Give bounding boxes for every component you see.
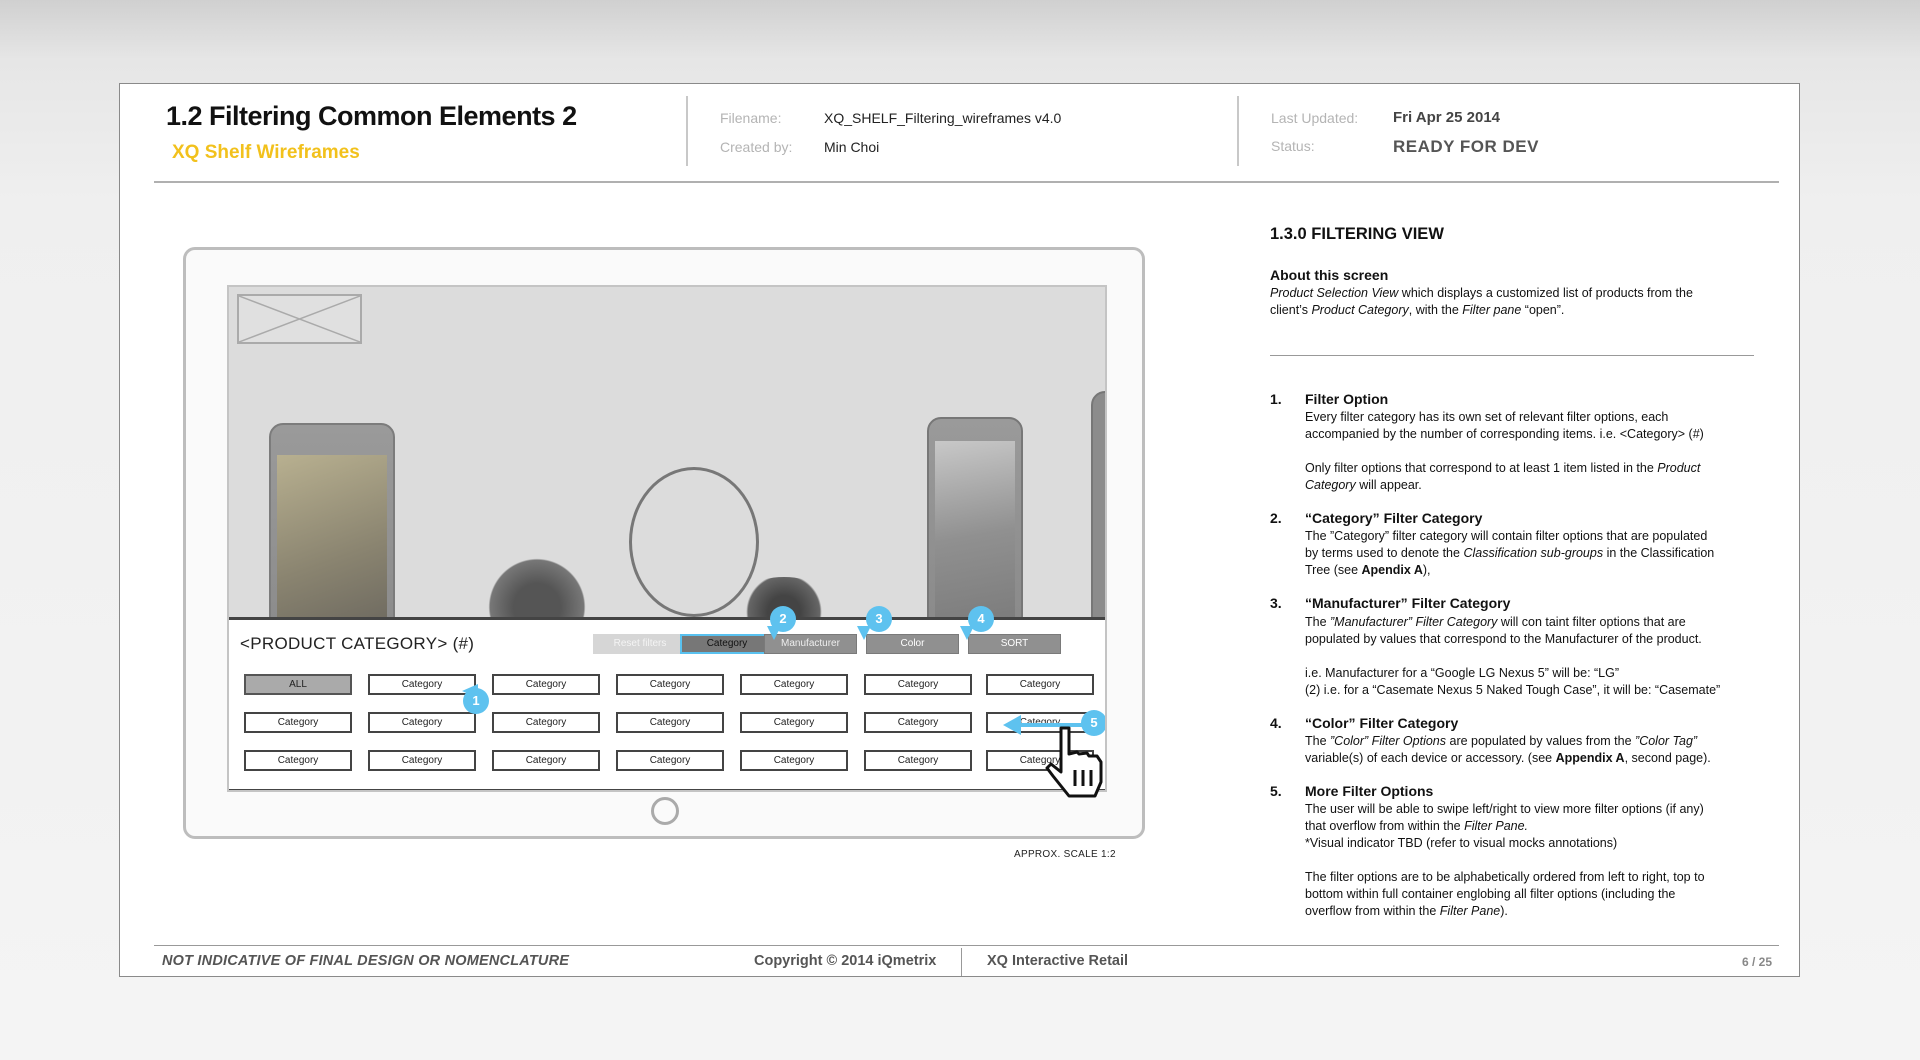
page-number: 6 / 25 — [1742, 955, 1773, 969]
item-number: 2. — [1270, 510, 1282, 526]
tablet-screen: <PRODUCT CATEGORY> (#) Reset filters Cat… — [227, 285, 1107, 792]
sort-button[interactable]: SORT — [968, 634, 1061, 654]
item-title: More Filter Options — [1305, 783, 1434, 799]
footer-disclaimer: NOT INDICATIVE OF FINAL DESIGN OR NOMENC… — [162, 953, 570, 969]
item-text: *Visual indicator TBD (refer to visual m… — [1305, 836, 1618, 850]
filter-option[interactable]: Category — [740, 712, 848, 733]
filter-option[interactable]: Category — [368, 750, 476, 771]
filter-option[interactable]: Category — [740, 674, 848, 695]
tab-category[interactable]: Category — [680, 634, 774, 654]
filter-option[interactable]: Category — [244, 712, 352, 733]
item-title: Filter Option — [1305, 391, 1389, 407]
page-title: 1.2 Filtering Common Elements 2 — [166, 101, 577, 131]
product-image-phone — [1091, 391, 1105, 651]
filter-option[interactable]: Category — [740, 750, 848, 771]
filter-option[interactable]: Category — [368, 674, 476, 695]
item-number: 3. — [1270, 595, 1282, 611]
filter-option[interactable]: Category — [864, 674, 972, 695]
tablet-frame: <PRODUCT CATEGORY> (#) Reset filters Cat… — [183, 247, 1145, 839]
filter-pane: <PRODUCT CATEGORY> (#) Reset filters Cat… — [229, 606, 1105, 790]
item-text: The ”Manufacturer” Filter Category will … — [1305, 615, 1686, 629]
item-text: The filter options are to be alphabetica… — [1305, 870, 1705, 884]
item-number: 5. — [1270, 783, 1282, 799]
item-number: 4. — [1270, 715, 1282, 731]
filter-option[interactable]: Category — [986, 674, 1094, 695]
item-text: Every filter category has its own set of… — [1305, 410, 1669, 424]
item-text: The user will be able to swipe left/righ… — [1305, 802, 1704, 816]
item-text: The ”Color” Filter Options are populated… — [1305, 734, 1698, 748]
item-text: i.e. Manufacturer for a “Google LG Nexus… — [1305, 666, 1620, 680]
header-divider — [686, 96, 688, 166]
hand-cursor-icon — [1045, 726, 1103, 798]
status-value: READY FOR DEV — [1393, 137, 1539, 156]
page-subtitle: XQ Shelf Wireframes — [172, 142, 360, 163]
item-text: overflow from within the Filter Pane). — [1305, 904, 1508, 918]
about-text: client’s Product Category, with the Filt… — [1270, 303, 1565, 317]
item-title: “Manufacturer” Filter Category — [1305, 595, 1511, 611]
item-text: bottom within full container englobing a… — [1305, 887, 1676, 901]
item-title: “Category” Filter Category — [1305, 510, 1483, 526]
filter-option[interactable]: Category — [864, 712, 972, 733]
status-label: Status: — [1271, 138, 1315, 154]
about-text: Product Selection View which displays a … — [1270, 286, 1693, 300]
footer-rule — [154, 945, 1779, 946]
image-placeholder — [237, 294, 362, 344]
item-text: by terms used to denote the Classificati… — [1305, 546, 1715, 560]
item-number: 1. — [1270, 391, 1282, 407]
footer-copyright: Copyright © 2014 iQmetrix — [754, 953, 937, 969]
item-text: The ”Category” filter category will cont… — [1305, 529, 1708, 543]
item-text: Category will appear. — [1305, 478, 1422, 492]
filter-option[interactable]: Category — [368, 712, 476, 733]
reset-filters-button[interactable]: Reset filters — [593, 634, 687, 654]
filter-option[interactable]: Category — [492, 712, 600, 733]
filter-option[interactable]: Category — [492, 674, 600, 695]
scale-note: APPROX. SCALE 1:2 — [1014, 849, 1116, 860]
product-category-title: <PRODUCT CATEGORY> (#) — [240, 634, 475, 653]
annotation-badge-1: 1 — [463, 688, 489, 714]
about-title: About this screen — [1270, 267, 1389, 283]
created-by-label: Created by: — [720, 139, 793, 155]
tab-color[interactable]: Color — [866, 634, 959, 654]
item-text: Tree (see Apendix A), — [1305, 563, 1431, 577]
item-text: that overflow from within the Filter Pan… — [1305, 819, 1529, 833]
footer-divider — [961, 948, 962, 976]
item-title: “Color” Filter Category — [1305, 715, 1459, 731]
filter-option[interactable]: Category — [864, 750, 972, 771]
item-text: accompanied by the number of correspondi… — [1305, 427, 1704, 441]
filter-option-all[interactable]: ALL — [244, 674, 352, 695]
last-updated-value: Fri Apr 25 2014 — [1393, 109, 1500, 126]
header-divider — [1237, 96, 1239, 166]
created-by-value: Min Choi — [824, 139, 880, 155]
placeholder-cross-icon — [239, 296, 360, 342]
filename-label: Filename: — [720, 110, 782, 126]
swipe-arrow-head-icon — [1003, 715, 1021, 735]
filter-option[interactable]: Category — [616, 750, 724, 771]
section-divider — [1270, 355, 1754, 356]
item-text: variable(s) of each device or accessory.… — [1305, 751, 1711, 765]
filter-option[interactable]: Category — [616, 712, 724, 733]
filter-option[interactable]: Category — [244, 750, 352, 771]
tablet-home-button — [651, 797, 679, 825]
item-text: Only filter options that correspond to a… — [1305, 461, 1701, 475]
filter-option[interactable]: Category — [616, 674, 724, 695]
section-title: 1.3.0 FILTERING VIEW — [1270, 225, 1444, 243]
item-text: populated by values that correspond to t… — [1305, 632, 1702, 646]
filter-option[interactable]: Category — [492, 750, 600, 771]
wireframe-sheet: 1.2 Filtering Common Elements 2 XQ Shelf… — [119, 83, 1800, 977]
item-text: (2) i.e. for a “Casemate Nexus 5 Naked T… — [1305, 683, 1721, 697]
footer-company: XQ Interactive Retail — [987, 953, 1129, 969]
filename-value: XQ_SHELF_Filtering_wireframes v4.0 — [824, 110, 1062, 126]
header-rule — [154, 181, 1779, 183]
last-updated-label: Last Updated: — [1271, 110, 1359, 126]
